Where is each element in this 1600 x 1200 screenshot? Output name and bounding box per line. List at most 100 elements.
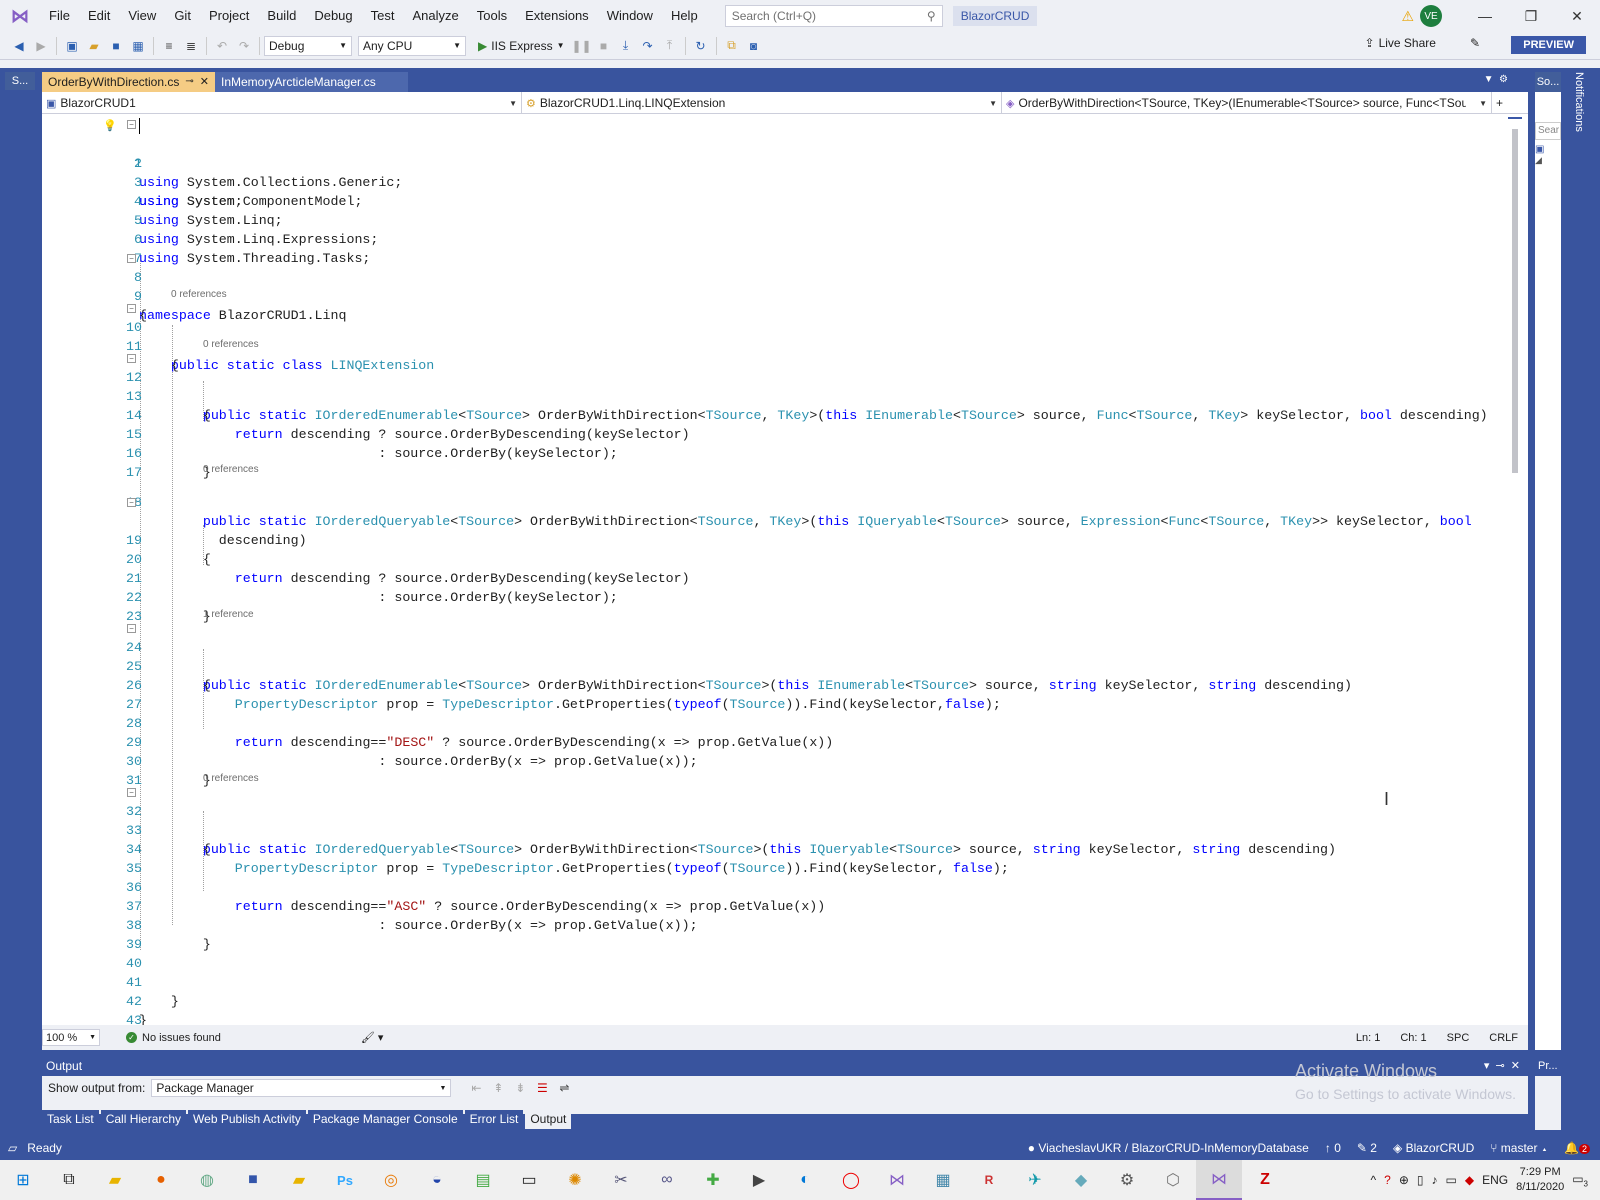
wireless-icon[interactable]: ◆ (1058, 1160, 1104, 1200)
opera-icon[interactable]: ◯ (828, 1160, 874, 1200)
app-sun-icon[interactable]: ✺ (552, 1160, 598, 1200)
collapse-icon[interactable]: − (127, 254, 136, 263)
app-icon[interactable]: ◒ (414, 1160, 460, 1200)
whitespace-indicator[interactable]: SPC (1437, 1032, 1480, 1044)
tab-inmemoryarcticlemanager[interactable]: InMemoryArcticleManager.cs (214, 72, 408, 92)
terminal-icon[interactable]: ▭ (506, 1160, 552, 1200)
folder-icon[interactable]: ▰ (276, 1160, 322, 1200)
vertical-scrollbar[interactable] (1508, 115, 1522, 1025)
tab-web-publish-activity[interactable]: Web Publish Activity (188, 1110, 306, 1129)
warning-icon[interactable]: ⚠ (1401, 8, 1414, 25)
clear-all-icon[interactable]: ☰ (531, 1077, 553, 1099)
split-window-icon[interactable]: + (1492, 92, 1528, 114)
code-cleanup-icon[interactable]: 🖌 ▾ (361, 1031, 384, 1044)
preview-badge[interactable]: PREVIEW (1511, 36, 1586, 54)
menu-build[interactable]: Build (258, 0, 305, 32)
step-out-icon[interactable]: ⤒ (659, 35, 681, 57)
refresh-icon[interactable]: ↻ (690, 35, 712, 57)
collapse-icon[interactable]: − (127, 788, 136, 797)
fiddler-icon[interactable]: ✈ (1012, 1160, 1058, 1200)
notifications-tab[interactable]: Notifications (1573, 72, 1585, 132)
zoom-dropdown[interactable]: 100 % ▼ (42, 1029, 100, 1046)
scrollbar-thumb[interactable] (1512, 129, 1518, 473)
feedback-icon[interactable]: ✎ (1470, 36, 1480, 50)
tab-package-manager-console[interactable]: Package Manager Console (307, 1110, 463, 1129)
menu-analyze[interactable]: Analyze (403, 0, 467, 32)
line-ending-indicator[interactable]: CRLF (1479, 1032, 1528, 1044)
screenshot-icon[interactable]: ◙ (743, 35, 765, 57)
save-disk-icon[interactable]: ■ (230, 1160, 276, 1200)
open-file-icon[interactable]: ▰ (83, 35, 105, 57)
collapse-icon[interactable]: − (127, 624, 136, 633)
pause-icon[interactable]: ❚❚ (571, 35, 593, 57)
rider-icon[interactable]: R (966, 1160, 1012, 1200)
action-center-icon[interactable]: ▭3 (1572, 1172, 1588, 1188)
video-editor-icon[interactable]: ▶ (736, 1160, 782, 1200)
restore-icon[interactable]: ❐ (1508, 8, 1554, 25)
blender-icon[interactable]: ◎ (368, 1160, 414, 1200)
menu-debug[interactable]: Debug (305, 0, 361, 32)
type-dropdown[interactable]: ⚙ BlazorCRUD1.Linq.LINQExtension ▼ (522, 92, 1002, 114)
step-into-icon[interactable]: ⤓ (615, 35, 637, 57)
visual-studio-active-icon[interactable]: ⋈ (1196, 1160, 1242, 1200)
repository-indicator[interactable]: ● ViacheslavUKR / BlazorCRUD-InMemoryDat… (1028, 1141, 1309, 1155)
avatar[interactable]: VE (1420, 5, 1442, 27)
find-message-icon[interactable]: ⇤ (465, 1077, 487, 1099)
menu-view[interactable]: View (119, 0, 165, 32)
tab-orderbywithdirection[interactable]: OrderByWithDirection.cs ⊸ ✕ (42, 72, 215, 92)
solution-explorer-tab[interactable]: So... (1535, 72, 1561, 92)
minimize-icon[interactable]: — (1462, 8, 1508, 24)
branch-indicator[interactable]: ⑂ master ▴ (1490, 1141, 1548, 1155)
next-message-icon[interactable]: ⇟ (509, 1077, 531, 1099)
back-icon[interactable]: ◀ (8, 35, 30, 57)
save-all-icon[interactable]: ▦ (127, 35, 149, 57)
menu-extensions[interactable]: Extensions (516, 0, 598, 32)
word-wrap-icon[interactable]: ⇌ (553, 1077, 575, 1099)
tab-error-list[interactable]: Error List (464, 1110, 524, 1129)
save-icon[interactable]: ■ (105, 35, 127, 57)
solution-search-input[interactable]: Sear (1535, 122, 1561, 140)
tab-task-list[interactable]: Task List (42, 1110, 99, 1129)
push-indicator[interactable]: ↑ 0 (1325, 1141, 1341, 1155)
photoshop-icon[interactable]: Ps (322, 1160, 368, 1200)
clock[interactable]: 7:29 PM 8/11/2020 (1516, 1165, 1564, 1195)
menu-file[interactable]: File (40, 0, 79, 32)
task-view-icon[interactable]: ⧉ (46, 1160, 92, 1200)
close-icon[interactable]: ✕ (200, 72, 209, 92)
changes-indicator[interactable]: ✎ 2 (1357, 1141, 1377, 1155)
collapse-icon[interactable]: − (127, 354, 136, 363)
properties-tab[interactable]: Pr... (1535, 1056, 1561, 1076)
photo-viewer-icon[interactable]: ▦ (920, 1160, 966, 1200)
menu-git[interactable]: Git (165, 0, 200, 32)
display-icon[interactable]: ▭ (1445, 1173, 1456, 1187)
collapse-icon[interactable]: − (127, 120, 136, 129)
stop-icon[interactable]: ■ (593, 35, 615, 57)
menu-edit[interactable]: Edit (79, 0, 119, 32)
platform-dropdown[interactable]: Any CPU ▼ (358, 35, 466, 56)
infinity-icon[interactable]: ∞ (644, 1160, 690, 1200)
comment-icon[interactable]: ≡ (158, 35, 180, 57)
solution-tree-icon[interactable]: ▣ (1535, 144, 1561, 155)
search-input[interactable]: Search (Ctrl+Q) ⚲ (724, 5, 943, 27)
filezilla-icon[interactable]: Z (1242, 1160, 1288, 1200)
paint-icon[interactable]: ◍ (184, 1160, 230, 1200)
windows-start-icon[interactable]: ⊞ (0, 1160, 46, 1200)
forward-icon[interactable]: ▶ (30, 35, 52, 57)
firefox-icon[interactable]: ● (138, 1160, 184, 1200)
visual-studio-icon[interactable]: ⋈ (874, 1160, 920, 1200)
notifications-indicator[interactable]: 🔔 2 (1564, 1141, 1590, 1155)
uncomment-icon[interactable]: ≣ (180, 35, 202, 57)
panel-controls-icon[interactable]: ▾ ⊸ ✕ (1484, 1056, 1520, 1076)
battery-icon[interactable]: ▯ (1417, 1173, 1424, 1187)
live-share-button[interactable]: ⇪ Live Share ✎ (1365, 36, 1481, 50)
undo-icon[interactable]: ↶ (211, 35, 233, 57)
project-dropdown[interactable]: ▣ BlazorCRUD1 ▼ (42, 92, 522, 114)
close-icon[interactable]: ✕ (1554, 8, 1600, 25)
network-icon[interactable]: ⊕ (1399, 1173, 1409, 1187)
pin-icon[interactable]: ⊸ (185, 72, 193, 92)
collapse-icon[interactable]: − (127, 304, 136, 313)
redo-icon[interactable]: ↷ (233, 35, 255, 57)
help-icon[interactable]: ? (1384, 1173, 1391, 1187)
tab-output[interactable]: Output (525, 1110, 572, 1129)
code-area[interactable]: 💡 1 − using System; 2 using System.Colle… (42, 115, 1528, 1025)
